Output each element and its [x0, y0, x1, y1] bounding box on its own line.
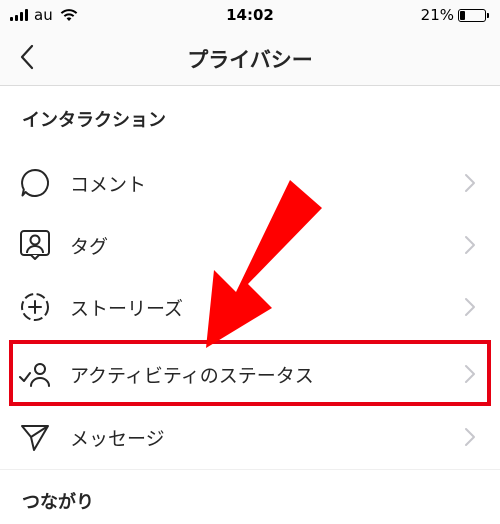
- chevron-right-icon: [465, 298, 475, 316]
- comment-bubble-icon: [21, 169, 49, 197]
- page-title: プライバシー: [187, 48, 313, 72]
- red-arrow-annotation: [206, 180, 322, 348]
- settings-item-label: コメント: [70, 174, 147, 196]
- settings-item-messages[interactable]: メッセージ: [0, 405, 500, 467]
- section-header-interactions: インタラクション: [22, 110, 166, 131]
- status-right: 21%: [420, 6, 489, 24]
- section-header-connections: つながり: [22, 492, 94, 513]
- chevron-right-icon: [465, 174, 475, 192]
- story-add-icon: [21, 293, 49, 321]
- tag-person-icon: [20, 230, 50, 260]
- settings-item-label: メッセージ: [70, 428, 165, 450]
- chevron-right-icon: [465, 428, 475, 446]
- battery-percent: 21%: [420, 6, 454, 24]
- settings-item-label: タグ: [70, 236, 109, 258]
- arrow-shape: [206, 180, 322, 348]
- nav-bar: プライバシー: [0, 30, 500, 86]
- battery-icon: [458, 8, 489, 22]
- settings-item-label: ストーリーズ: [70, 298, 184, 320]
- paper-plane-icon: [21, 425, 49, 451]
- status-bar: au 14:02 21%: [0, 0, 500, 30]
- chevron-right-icon: [465, 236, 475, 254]
- section-divider: [0, 469, 500, 470]
- battery-fill: [460, 10, 466, 20]
